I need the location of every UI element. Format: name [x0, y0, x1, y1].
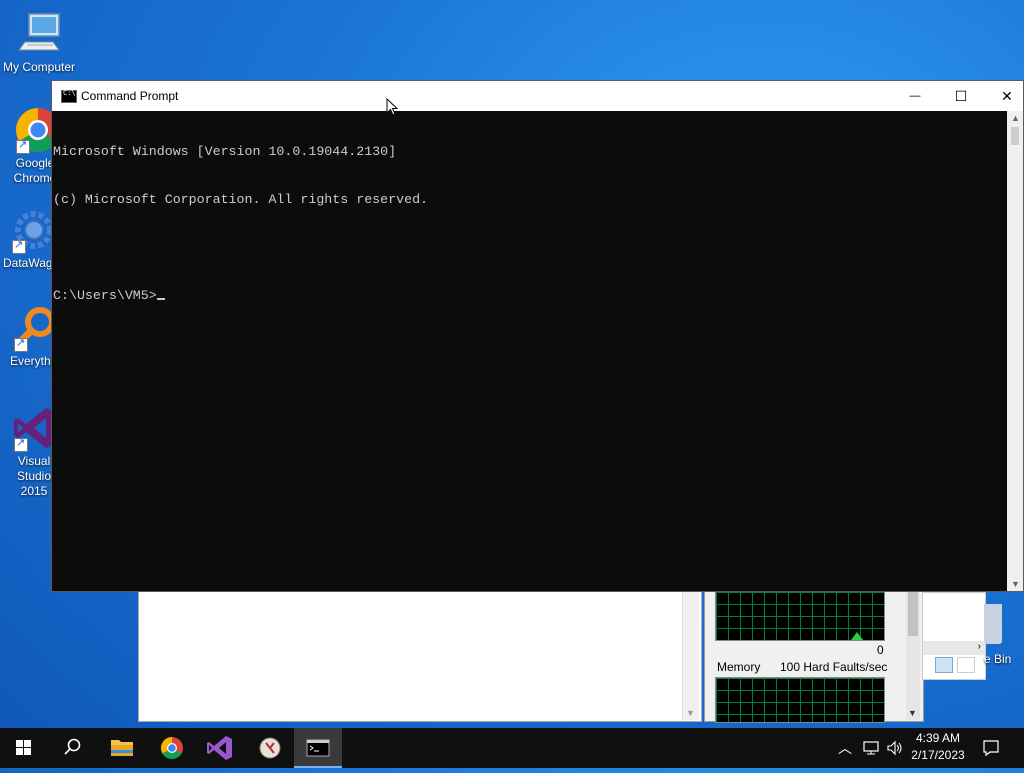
scrollbar-thumb[interactable]	[908, 592, 918, 636]
details-view-icon[interactable]	[935, 657, 953, 673]
windows-logo-icon	[16, 740, 31, 755]
show-hidden-icons-button[interactable]: ︿	[838, 738, 852, 758]
console-scrollbar[interactable]: ▲ ▼	[1007, 111, 1023, 591]
performance-panel-scrollbar[interactable]: ▼	[906, 592, 920, 720]
title-bar[interactable]: Command Prompt — ☐ ✕	[52, 81, 1023, 111]
desktop-icon-recycle-bin[interactable]: e Bin	[978, 604, 1024, 674]
console-line: Microsoft Windows [Version 10.0.19044.21…	[53, 144, 397, 159]
gear-icon	[10, 206, 52, 254]
command-prompt-icon	[61, 89, 77, 103]
horizontal-scrollbar[interactable]: ›	[923, 641, 985, 655]
mouse-pointer-icon	[386, 98, 398, 116]
performance-monitor-panel: 0 Memory 100 Hard Faults/sec	[704, 590, 924, 723]
memory-label: Memory	[717, 660, 761, 674]
text-cursor	[156, 298, 165, 300]
taskbar-command-prompt[interactable]	[294, 728, 342, 768]
shortcut-arrow-icon	[14, 436, 28, 452]
console-prompt-line[interactable]: C:\Users\VM5>	[53, 288, 1006, 304]
clock[interactable]: 4:39 AM 2/17/2023	[906, 731, 970, 762]
search-button[interactable]	[48, 728, 96, 768]
minimize-button[interactable]: —	[892, 81, 938, 111]
console-output[interactable]: Microsoft Windows [Version 10.0.19044.21…	[52, 111, 1007, 591]
desktop-icon-label: Visual Studio 2015	[16, 454, 52, 498]
desktop-icon-label: Everything	[10, 354, 52, 368]
recycle-bin-icon	[984, 604, 1002, 644]
desktop-icon-label: DataWagon	[3, 256, 52, 270]
window-title: Command Prompt	[81, 89, 179, 103]
command-prompt-icon	[306, 739, 330, 757]
clock-time: 4:39 AM	[915, 731, 961, 745]
desktop-icon-label: My Computer	[2, 60, 76, 74]
chrome-icon	[14, 106, 52, 154]
search-icon	[64, 738, 81, 755]
scroll-down-icon: ▼	[686, 708, 695, 718]
taskbar-google-chrome[interactable]	[148, 728, 196, 768]
memory-graph	[715, 677, 885, 723]
scroll-down-icon[interactable]: ▼	[1011, 579, 1020, 589]
graph-zero-label: 0	[877, 643, 884, 657]
shortcut-arrow-icon	[14, 336, 28, 352]
large-icons-view-icon[interactable]	[957, 657, 976, 673]
taskbar-network-tool[interactable]	[246, 728, 294, 768]
view-buttons	[935, 657, 976, 678]
desktop-icon-google-chrome[interactable]: Google Chrome	[0, 106, 52, 186]
taskbar-file-explorer[interactable]	[98, 728, 146, 768]
desktop-icon-everything[interactable]: Everything	[0, 304, 52, 369]
network-icon[interactable]	[862, 740, 880, 756]
shortcut-arrow-icon	[16, 138, 30, 154]
action-center-icon[interactable]	[982, 739, 1000, 757]
visual-studio-icon	[207, 736, 232, 760]
background-window-scrollbar[interactable]: ▼	[682, 590, 699, 720]
close-button[interactable]: ✕	[984, 81, 1024, 111]
volume-icon[interactable]	[886, 740, 904, 756]
desktop-icon-label: e Bin	[984, 652, 1012, 666]
chrome-icon	[161, 737, 183, 759]
background-explorer-window: ›	[922, 592, 986, 680]
console-line: (c) Microsoft Corporation. All rights re…	[53, 192, 429, 207]
desktop-icon-my-computer[interactable]: My Computer	[2, 10, 76, 75]
command-prompt-window[interactable]: Command Prompt — ☐ ✕ Microsoft Windows […	[51, 80, 1024, 592]
taskbar: ︿ 4:39 AM 2/17/2023	[0, 728, 1024, 768]
magnifier-icon	[12, 304, 52, 352]
maximize-button[interactable]: ☐	[938, 81, 984, 111]
taskbar-visual-studio[interactable]	[196, 728, 244, 768]
shortcut-arrow-icon	[12, 238, 26, 254]
desktop-icon-datawagon[interactable]: DataWagon	[0, 206, 52, 271]
hard-faults-label: 100 Hard Faults/sec	[780, 660, 888, 674]
computer-icon	[15, 10, 63, 58]
visual-studio-icon	[12, 404, 52, 452]
desktop-icon-visual-studio[interactable]: Visual Studio 2015	[0, 404, 52, 499]
clock-date: 2/17/2023	[911, 748, 965, 762]
background-window-content	[138, 590, 702, 722]
desktop-icon-label: Google Chrome	[13, 156, 52, 185]
scroll-up-icon[interactable]: ▲	[1011, 113, 1020, 123]
scrollbar-thumb[interactable]	[1011, 127, 1019, 145]
cpu-graph	[715, 591, 885, 641]
console-prompt: C:\Users\VM5>	[53, 288, 157, 303]
app-circle-icon	[259, 737, 281, 759]
folder-icon	[111, 740, 133, 756]
start-button[interactable]	[0, 728, 48, 768]
scroll-down-icon: ▼	[908, 708, 917, 718]
